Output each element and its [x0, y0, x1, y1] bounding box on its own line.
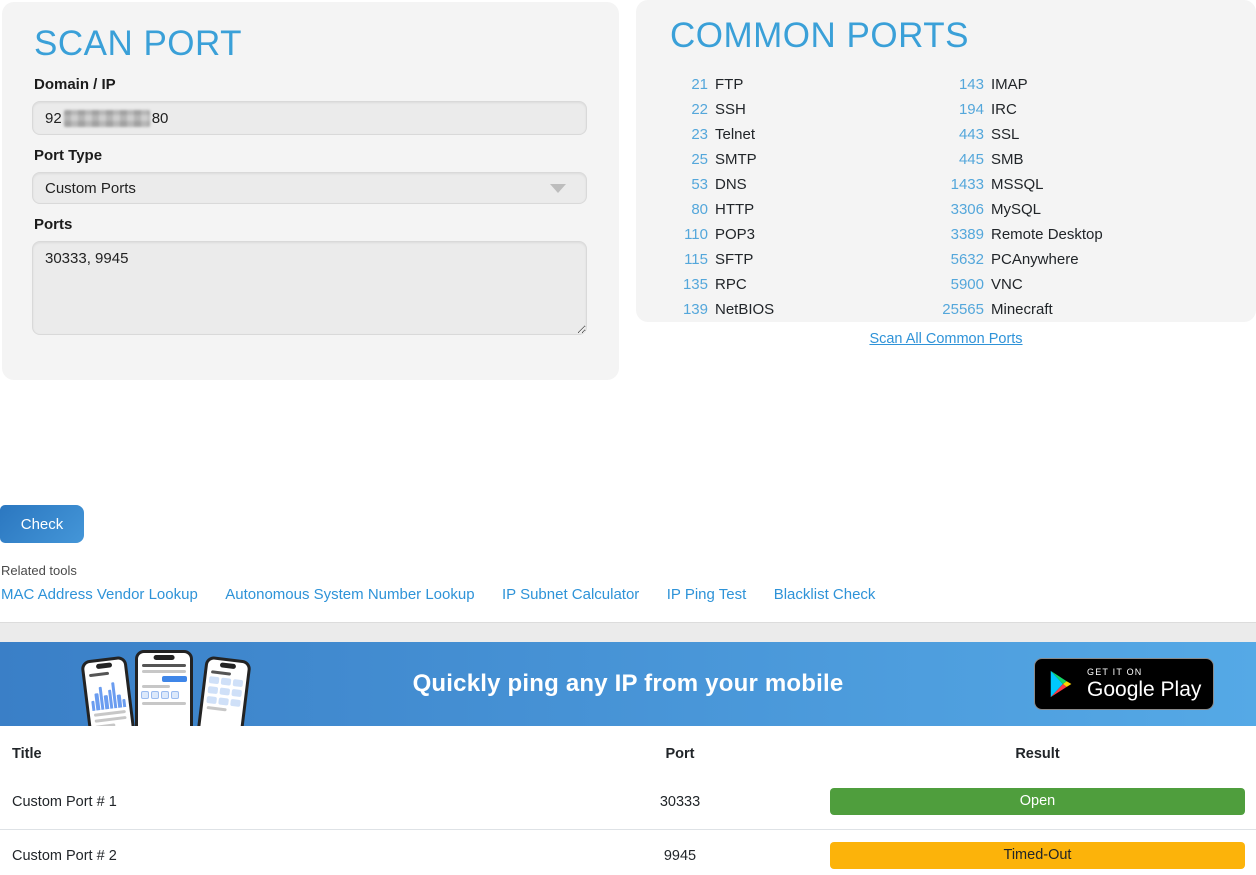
common-port-item: 445SMB — [932, 147, 1224, 172]
port-type-selected-value: Custom Ports — [45, 180, 136, 197]
google-play-badge[interactable]: GET IT ON Google Play — [1034, 658, 1214, 710]
table-row: Custom Port # 2 9945 Timed-Out — [0, 829, 1256, 875]
domain-value-prefix: 92 — [45, 110, 62, 127]
common-port-item: 3306MySQL — [932, 197, 1224, 222]
scan-port-title: SCAN PORT — [34, 24, 589, 64]
common-port-item: 139NetBIOS — [668, 297, 932, 322]
ports-label: Ports — [34, 216, 589, 233]
domain-input[interactable]: 92 80 — [32, 101, 587, 135]
scan-all-common-ports-link[interactable]: Scan All Common Ports — [869, 331, 1022, 347]
phone-mockup-left — [80, 655, 135, 726]
table-row: Custom Port # 1 30333 Open — [0, 776, 1256, 829]
common-port-item: 194IRC — [932, 97, 1224, 122]
common-port-item: 143IMAP — [932, 72, 1224, 97]
google-play-icon — [1047, 669, 1077, 699]
mobile-app-banner: Quickly ping any IP from your mobile — [0, 642, 1256, 726]
common-port-item: 80HTTP — [668, 197, 932, 222]
common-port-item: 110POP3 — [668, 222, 932, 247]
row-port: 30333 — [600, 794, 760, 810]
google-play-label: Google Play — [1087, 678, 1201, 702]
phone-mockup-center — [135, 650, 193, 726]
common-port-item: 1433MSSQL — [932, 172, 1224, 197]
scan-results-table: Title Port Result Custom Port # 1 30333 … — [0, 726, 1256, 875]
port-type-select[interactable]: Custom Ports — [32, 172, 587, 204]
row-title: Custom Port # 1 — [0, 794, 600, 810]
common-ports-title: COMMON PORTS — [670, 16, 1224, 56]
port-type-label: Port Type — [34, 147, 589, 164]
common-port-item: 23Telnet — [668, 122, 932, 147]
common-ports-list: 21FTP 22SSH 23Telnet 25SMTP 53DNS 80HTTP… — [668, 72, 1224, 322]
related-tools-links: MAC Address Vendor Lookup Autonomous Sys… — [1, 586, 901, 604]
get-it-on-label: GET IT ON — [1087, 667, 1201, 677]
common-port-item: 135RPC — [668, 272, 932, 297]
link-blacklist-check[interactable]: Blacklist Check — [774, 586, 876, 603]
link-ip-subnet-calculator[interactable]: IP Subnet Calculator — [502, 586, 639, 603]
common-port-item: 5900VNC — [932, 272, 1224, 297]
scan-all-wrap: Scan All Common Ports — [636, 330, 1256, 348]
header-port: Port — [600, 746, 760, 762]
section-divider-band — [0, 622, 1256, 642]
results-header-row: Title Port Result — [0, 726, 1256, 776]
row-port: 9945 — [600, 848, 760, 864]
domain-value-suffix: 80 — [152, 110, 169, 127]
common-port-item: 22SSH — [668, 97, 932, 122]
row-title: Custom Port # 2 — [0, 848, 600, 864]
status-badge-timed-out: Timed-Out — [830, 842, 1245, 869]
check-button[interactable]: Check — [0, 505, 84, 543]
link-asn-lookup[interactable]: Autonomous System Number Lookup — [225, 586, 474, 603]
common-ports-column-2: 143IMAP 194IRC 443SSL 445SMB 1433MSSQL 3… — [932, 72, 1224, 322]
link-mac-address-vendor-lookup[interactable]: MAC Address Vendor Lookup — [1, 586, 198, 603]
common-port-item: 25565Minecraft — [932, 297, 1224, 322]
common-port-item: 3389Remote Desktop — [932, 222, 1224, 247]
domain-ip-label: Domain / IP — [34, 76, 589, 93]
ports-textarea[interactable]: 30333, 9945 — [32, 241, 587, 335]
related-tools-label: Related tools — [1, 563, 77, 578]
page: SCAN PORT Domain / IP 92 80 Port Type Cus… — [0, 0, 1256, 875]
phone-mockup-right — [196, 655, 251, 726]
common-port-item: 21FTP — [668, 72, 932, 97]
header-title: Title — [0, 746, 600, 762]
redacted-ip-digits — [64, 110, 150, 127]
common-port-item: 115SFTP — [668, 247, 932, 272]
common-port-item: 5632PCAnywhere — [932, 247, 1224, 272]
common-port-item: 25SMTP — [668, 147, 932, 172]
google-play-text: GET IT ON Google Play — [1087, 667, 1201, 702]
status-badge-open: Open — [830, 788, 1245, 815]
link-ip-ping-test[interactable]: IP Ping Test — [667, 586, 747, 603]
common-port-item: 443SSL — [932, 122, 1224, 147]
chevron-down-icon — [550, 184, 566, 193]
phones-promo-image — [85, 650, 247, 726]
common-ports-panel: COMMON PORTS 21FTP 22SSH 23Telnet 25SMTP… — [636, 0, 1256, 322]
common-ports-column-1: 21FTP 22SSH 23Telnet 25SMTP 53DNS 80HTTP… — [668, 72, 932, 322]
header-result: Result — [830, 746, 1245, 762]
common-port-item: 53DNS — [668, 172, 932, 197]
scan-port-panel: SCAN PORT Domain / IP 92 80 Port Type Cus… — [2, 2, 619, 380]
